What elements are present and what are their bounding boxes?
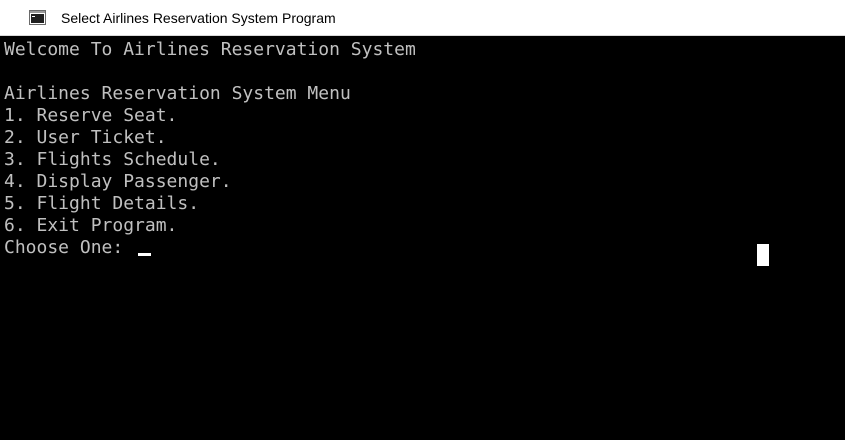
title-bar[interactable]: Select Airlines Reservation System Progr… <box>0 0 845 36</box>
menu-option-exit-program: 6. Exit Program. <box>4 215 178 236</box>
menu-option-flights-schedule: 3. Flights Schedule. <box>4 149 221 170</box>
menu-option-user-ticket: 2. User Ticket. <box>4 127 167 148</box>
menu-option-flight-details: 5. Flight Details. <box>4 193 200 214</box>
console-window: Select Airlines Reservation System Progr… <box>0 0 845 440</box>
menu-option-display-passenger: 4. Display Passenger. <box>4 171 232 192</box>
console-output[interactable]: Welcome To Airlines Reservation System A… <box>0 36 845 440</box>
menu-heading: Airlines Reservation System Menu <box>4 83 351 104</box>
welcome-line: Welcome To Airlines Reservation System <box>4 39 416 60</box>
menu-option-reserve-seat: 1. Reserve Seat. <box>4 105 178 126</box>
block-caret <box>757 244 769 266</box>
window-title: Select Airlines Reservation System Progr… <box>61 10 336 26</box>
input-prompt-line[interactable]: Choose One: <box>4 237 152 259</box>
input-prompt: Choose One: <box>4 237 135 258</box>
text-cursor <box>138 253 152 256</box>
console-app-icon <box>29 10 46 25</box>
